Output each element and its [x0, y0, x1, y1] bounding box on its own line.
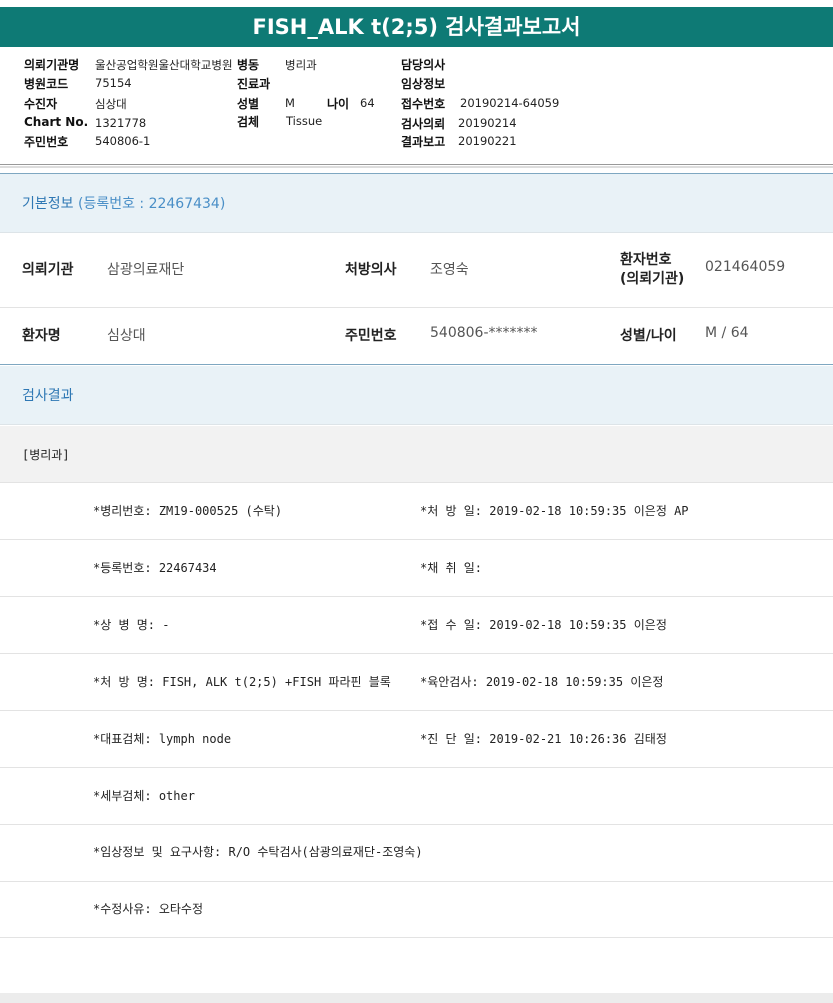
patient-name-value: 심상대 [107, 328, 146, 344]
result-right: *채 취 일: [420, 561, 483, 575]
prescriber-value: 조영숙 [430, 262, 469, 278]
result-left: *상 병 명: - [93, 618, 170, 632]
result-right: *육안검사: 2019-02-18 10:59:35 이은정 [420, 675, 664, 689]
patient-name-label: 환자명 [22, 328, 61, 344]
result-report-label: 결과보고 [401, 135, 446, 149]
result-right: *진 단 일: 2019-02-21 10:26:36 김태정 [420, 732, 667, 746]
report-title: FISH_ALK t(2;5) 검사결과보고서 [0, 7, 833, 47]
patient-no-sublabel: (의뢰기관) [620, 271, 685, 287]
result-report-value: 20190221 [458, 134, 517, 148]
basic-info-heading-line: 기본정보 (등록번호 : 22467434) [22, 193, 225, 213]
chart-no-label: Chart No. [24, 115, 89, 129]
accession-value: 20190214-64059 [460, 96, 560, 110]
patient-rrn-label: 주민번호 [345, 328, 397, 344]
request-date-value: 20190214 [458, 116, 517, 130]
age-label: 나이 [327, 97, 350, 111]
dept-subheader: [병리과] [0, 426, 833, 483]
ward-value: 병리과 [285, 58, 317, 72]
result-row: *병리번호: ZM19-000525 (수탁) *처 방 일: 2019-02-… [0, 483, 833, 540]
sex-label: 성별 [237, 97, 260, 111]
page-footer [0, 993, 833, 1003]
result-left: *수정사유: 오타수정 [93, 902, 203, 916]
result-left: *임상정보 및 요구사항: R/O 수탁검사(삼광의료재단-조영숙) [93, 845, 423, 859]
hospital-code-value: 75154 [95, 76, 132, 90]
institution-label: 의뢰기관명 [24, 58, 80, 72]
patient-no-value: 021464059 [705, 259, 786, 275]
result-row: *등록번호: 22467434 *채 취 일: [0, 540, 833, 597]
specimen-value: Tissue [286, 114, 323, 128]
result-row: *임상정보 및 요구사항: R/O 수탁검사(삼광의료재단-조영숙) [0, 825, 833, 882]
result-right: *접 수 일: 2019-02-18 10:59:35 이은정 [420, 618, 667, 632]
age-value: 64 [360, 96, 375, 110]
specimen-label: 검체 [237, 115, 260, 129]
doctor-label: 담당의사 [401, 58, 446, 72]
recipient-label: 수진자 [24, 97, 58, 111]
ward-label: 병동 [237, 58, 260, 72]
sex-age-value: M / 64 [705, 325, 749, 341]
result-left: *대표검체: lymph node [93, 732, 232, 746]
results-heading: 검사결과 [22, 388, 74, 404]
clinical-label: 임상정보 [401, 77, 446, 91]
result-left: *처 방 명: FISH, ALK t(2;5) +FISH 파라핀 블록 [93, 675, 391, 689]
result-left: *세부검체: other [93, 789, 195, 803]
result-left: *등록번호: 22467434 [93, 561, 217, 575]
rrn-label: 주민번호 [24, 135, 69, 149]
recipient-value: 심상대 [95, 97, 127, 111]
chart-no-value: 1321778 [95, 116, 147, 130]
result-row: *상 병 명: - *접 수 일: 2019-02-18 10:59:35 이은… [0, 597, 833, 654]
basic-info-row-1: 의뢰기관 삼광의료재단 처방의사 조영숙 환자번호 (의뢰기관) 0214640… [0, 232, 833, 308]
request-date-label: 검사의뢰 [401, 117, 446, 131]
result-row: *수정사유: 오타수정 [0, 882, 833, 938]
basic-info-heading: 기본정보 [22, 196, 74, 212]
basic-info-header: 기본정보 (등록번호 : 22467434) [0, 173, 833, 233]
hospital-code-label: 병원코드 [24, 77, 69, 91]
result-right: *처 방 일: 2019-02-18 10:59:35 이은정 AP [420, 504, 689, 518]
accession-label: 접수번호 [401, 97, 446, 111]
sex-value: M [285, 96, 295, 110]
result-row: *대표검체: lymph node *진 단 일: 2019-02-21 10:… [0, 711, 833, 768]
rrn-value: 540806-1 [95, 134, 151, 148]
patient-no-label: 환자번호 [620, 252, 672, 268]
result-row: *처 방 명: FISH, ALK t(2;5) +FISH 파라핀 블록 *육… [0, 654, 833, 711]
header-divider [0, 164, 833, 165]
result-left: *병리번호: ZM19-000525 (수탁) [93, 504, 283, 518]
header-divider-shadow [0, 166, 833, 168]
dept-label: [병리과] [22, 448, 70, 462]
institution-value: 울산공업학원울산대학교병원 [95, 58, 233, 72]
basic-info-reg-note: (등록번호 : 22467434) [77, 196, 226, 212]
prescriber-label: 처방의사 [345, 262, 397, 278]
sex-age-label: 성별/나이 [620, 328, 677, 344]
patient-rrn-value: 540806-******* [430, 325, 538, 341]
result-row: *세부검체: other [0, 768, 833, 825]
dept-label: 진료과 [237, 77, 271, 91]
requesting-org-label: 의뢰기관 [22, 262, 74, 278]
results-header: 검사결과 [0, 366, 833, 425]
requesting-org-value: 삼광의료재단 [107, 262, 185, 278]
basic-info-row-2: 환자명 심상대 주민번호 540806-******* 성별/나이 M / 64 [0, 308, 833, 365]
